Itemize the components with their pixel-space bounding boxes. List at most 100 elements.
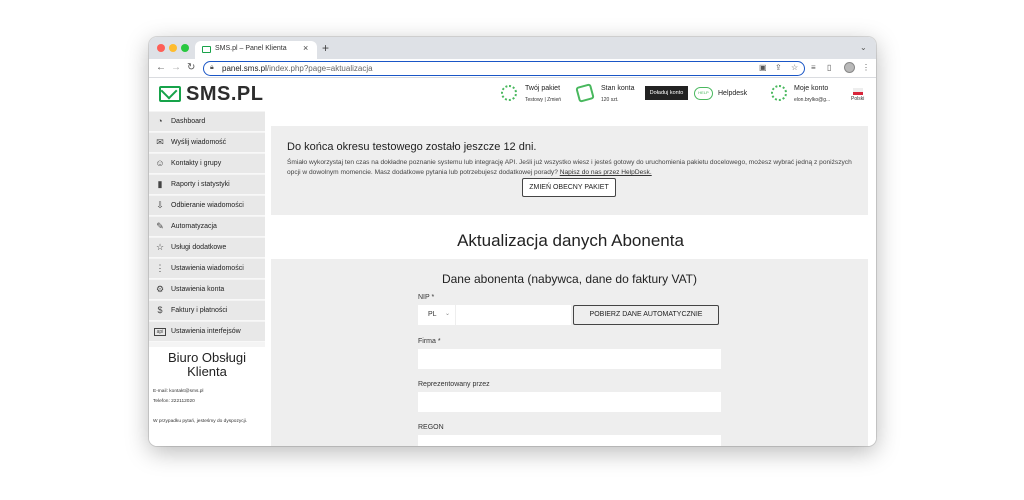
envelope-icon: ✉ xyxy=(156,137,164,147)
support-email[interactable]: E-mail: kontakt@sms.pl xyxy=(153,389,203,394)
star-icon[interactable]: ☆ xyxy=(791,63,798,72)
sidebar-item-invoices[interactable]: $ Faktury i płatności xyxy=(149,301,265,321)
change-package-button[interactable]: ZMIEŃ OBECNY PAKIET xyxy=(522,178,616,197)
represented-input[interactable] xyxy=(418,392,721,412)
close-window-button[interactable] xyxy=(157,44,165,52)
balance-label: Stan konta xyxy=(601,85,635,92)
invoice-icon: $ xyxy=(157,305,163,315)
helpdesk-icon: HELP xyxy=(694,87,713,100)
automation-icon: ✎ xyxy=(156,221,164,231)
regon-label: REGON xyxy=(418,424,444,431)
download-arrow-icon: ⇩ xyxy=(156,200,164,210)
account-label[interactable]: Moje konto xyxy=(794,85,828,92)
kebab-menu-icon[interactable]: ⋮ xyxy=(862,63,870,72)
sidebar-item-receiving[interactable]: ⇩ Odbieranie wiadomości xyxy=(149,196,265,216)
minimize-window-button[interactable] xyxy=(169,44,177,52)
sidebar-item-account-settings[interactable]: ⚙ Ustawienia konta xyxy=(149,280,265,300)
poland-flag-icon[interactable] xyxy=(853,88,863,95)
main-content: Do końca okresu testowego zostało jeszcz… xyxy=(265,111,876,446)
maximize-window-button[interactable] xyxy=(181,44,189,52)
notice-text: Śmiało wykorzystaj ten czas na dokładne … xyxy=(287,158,857,178)
company-label: Firma * xyxy=(418,338,441,345)
helpdesk-link[interactable]: Helpdesk xyxy=(718,90,747,97)
reading-list-icon[interactable]: ≡ xyxy=(811,63,816,72)
package-gear-icon xyxy=(501,85,517,101)
browser-window: SMS.pl – Panel Klienta × + ⌄ ← → ↻ 🔒︎ pa… xyxy=(149,37,876,446)
sidebar-item-contacts[interactable]: ☺ Kontakty i grupy xyxy=(149,154,265,174)
topup-button[interactable]: Doładuj konto xyxy=(645,86,688,100)
address-bar[interactable]: 🔒︎ panel.sms.pl/index.php?page=aktualiza… xyxy=(203,61,805,76)
subscriber-form: Dane abonenta (nabywca, dane do faktury … xyxy=(271,259,868,446)
sidebar-item-reports[interactable]: ▮ Raporty i statystyki xyxy=(149,175,265,195)
sidebar-item-label: Ustawienia interfejsów xyxy=(171,328,241,335)
translate-icon[interactable]: ▣ xyxy=(759,63,767,72)
support-title: Biuro Obsługi Klienta xyxy=(167,350,247,379)
account-gear-icon xyxy=(771,85,787,101)
sidebar-item-dashboard[interactable]: ◔ Dashboard xyxy=(149,112,265,132)
company-input[interactable] xyxy=(418,349,721,369)
sidebar-item-message-settings[interactable]: ⋮ Ustawienia wiadomości xyxy=(149,259,265,279)
sidebar-item-label: Raporty i statystyki xyxy=(171,181,230,188)
sidebar-item-label: Faktury i płatności xyxy=(171,307,228,314)
sidebar-item-label: Ustawienia konta xyxy=(171,286,225,293)
sidebar-item-label: Dashboard xyxy=(171,118,206,125)
page-title: Aktualizacja danych Abonenta xyxy=(457,231,684,250)
lock-icon: 🔒︎ xyxy=(210,64,214,71)
regon-input[interactable] xyxy=(418,435,721,446)
support-phone[interactable]: Telefon: 222112020 xyxy=(153,399,195,404)
balance-value: 120 szt. xyxy=(601,97,619,103)
account-email[interactable]: elon.brylko@g... xyxy=(794,97,830,103)
sidebar-item-send-message[interactable]: ✉ Wyślij wiadomość xyxy=(149,133,265,153)
gear-icon: ⚙ xyxy=(155,284,165,294)
new-tab-button[interactable]: + xyxy=(322,41,329,55)
nip-label: NIP * xyxy=(418,294,435,301)
sidebar-item-automation[interactable]: ✎ Automatyzacja xyxy=(149,217,265,237)
sidebar-item-label: Automatyzacja xyxy=(171,223,217,230)
star-icon: ☆ xyxy=(155,242,165,252)
browser-toolbar: ← → ↻ 🔒︎ panel.sms.pl/index.php?page=akt… xyxy=(149,59,876,78)
url-host: panel.sms.pl xyxy=(222,64,267,73)
chevron-down-icon[interactable]: ⌄ xyxy=(860,43,867,52)
trial-notice: Do końca okresu testowego zostało jeszcz… xyxy=(271,126,868,215)
browser-tab[interactable]: SMS.pl – Panel Klienta × xyxy=(195,41,317,59)
sidebar-item-label: Wyślij wiadomość xyxy=(171,139,227,146)
sidebar-item-additional-services[interactable]: ☆ Usługi dodatkowe xyxy=(149,238,265,258)
country-value: PL xyxy=(428,311,437,318)
form-title: Dane abonenta (nabywca, dane do faktury … xyxy=(441,272,698,286)
sidebar-item-label: Odbieranie wiadomości xyxy=(171,202,244,209)
tab-title: SMS.pl – Panel Klienta xyxy=(215,45,287,52)
share-icon[interactable]: ⇪ xyxy=(775,63,782,72)
forward-arrow-icon[interactable]: → xyxy=(171,62,181,73)
reload-icon[interactable]: ↻ xyxy=(187,62,195,73)
package-sub[interactable]: Testowy | Zmień xyxy=(525,97,561,103)
helpdesk-link[interactable]: Napisz do nas przez HelpDesk. xyxy=(560,169,652,176)
logo[interactable]: SMS.PL xyxy=(186,83,263,106)
chevron-down-icon: ⌄ xyxy=(445,311,451,317)
bar-chart-icon: ▮ xyxy=(157,179,163,189)
side-panel-icon[interactable]: ▯ xyxy=(827,63,831,72)
nip-input[interactable] xyxy=(456,305,571,325)
profile-avatar[interactable] xyxy=(844,62,855,73)
sidebar-item-label: Ustawienia wiadomości xyxy=(171,265,244,272)
tab-close-icon[interactable]: × xyxy=(303,43,308,53)
dashboard-gauge-icon: ◔ xyxy=(157,116,163,126)
contacts-icon: ☺ xyxy=(155,158,165,168)
app-header: SMS.PL Twój pakiet Testowy | Zmień Stan … xyxy=(149,78,876,111)
sidebar-item-label: Usługi dodatkowe xyxy=(171,244,227,251)
support-box: Biuro Obsługi Klienta E-mail: kontakt@sm… xyxy=(149,347,265,446)
support-note: W przypadku pytań, jesteśmy do dyspozycj… xyxy=(153,419,248,424)
country-select[interactable]: PL ⌄ xyxy=(418,305,455,325)
sliders-icon: ⋮ xyxy=(155,263,165,273)
envelope-logo-icon xyxy=(159,86,181,102)
fetch-data-button[interactable]: POBIERZ DANE AUTOMATYCZNIE xyxy=(573,305,719,325)
money-icon xyxy=(575,83,595,103)
sidebar-item-label: Kontakty i grupy xyxy=(171,160,222,167)
envelope-icon xyxy=(202,46,211,53)
package-label[interactable]: Twój pakiet xyxy=(525,85,560,92)
sidebar-item-interface-settings[interactable]: api Ustawienia interfejsów xyxy=(149,322,265,342)
sidebar: ◔ Dashboard ✉ Wyślij wiadomość ☺ Kontakt… xyxy=(149,111,265,446)
language-label[interactable]: Polski xyxy=(851,96,864,102)
tab-strip: SMS.pl – Panel Klienta × + ⌄ xyxy=(149,37,876,59)
back-arrow-icon[interactable]: ← xyxy=(156,62,166,73)
url-path: /index.php?page=aktualizacja xyxy=(266,64,373,73)
